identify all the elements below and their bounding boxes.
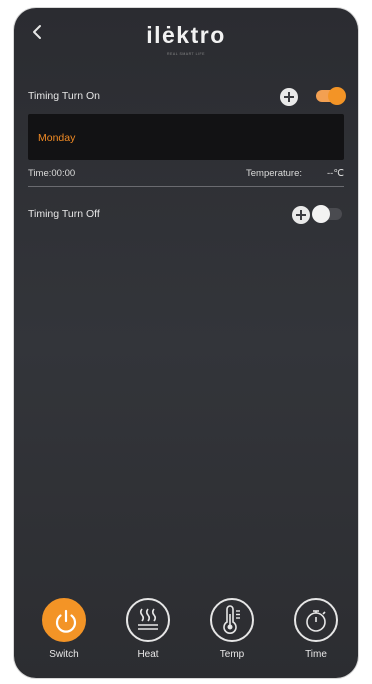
temperature-label: Temperature: — [246, 168, 302, 179]
nav-heat-label: Heat — [137, 649, 159, 660]
timing-off-label: Timing Turn Off — [28, 208, 100, 220]
timing-on-row: Timing Turn On — [28, 86, 346, 110]
schedule-time: Time:00:00 — [28, 168, 76, 179]
divider — [28, 186, 344, 187]
nav-temp-label: Temp — [219, 649, 245, 660]
timing-off-row: Timing Turn Off — [28, 204, 344, 228]
nav-heat[interactable]: Heat — [116, 598, 180, 668]
nav-switch[interactable]: Switch — [32, 598, 96, 668]
add-timing-on-button[interactable] — [280, 88, 298, 106]
add-timing-off-button[interactable] — [292, 206, 310, 224]
toggle-knob — [328, 87, 346, 105]
schedule-day-panel[interactable]: Monday — [28, 114, 344, 160]
schedule-day: Monday — [38, 132, 76, 144]
heat-icon — [126, 598, 170, 642]
nav-time-label: Time — [305, 649, 327, 660]
brand-tagline: REAL SMART LIFE — [167, 52, 205, 56]
nav-switch-label: Switch — [49, 649, 79, 660]
app-screen: ilėktro REAL SMART LIFE Timing Turn On M… — [14, 8, 358, 678]
thermometer-icon — [210, 598, 254, 642]
timing-off-toggle[interactable] — [312, 205, 342, 223]
temperature-value: --℃ — [327, 168, 344, 179]
nav-time[interactable]: Time — [284, 598, 348, 668]
power-icon — [42, 598, 86, 642]
nav-temp[interactable]: Temp — [200, 598, 264, 668]
toggle-knob — [312, 205, 330, 223]
brand-logo: ilėktro — [146, 22, 226, 48]
timing-on-toggle[interactable] — [316, 87, 346, 105]
stopwatch-icon — [294, 598, 338, 642]
schedule-info: Time:00:00 Temperature: --℃ — [28, 168, 344, 184]
timing-on-label: Timing Turn On — [28, 90, 100, 102]
bottom-nav: Switch Heat Temp Time — [14, 598, 358, 672]
header: ilėktro REAL SMART LIFE — [14, 8, 358, 64]
